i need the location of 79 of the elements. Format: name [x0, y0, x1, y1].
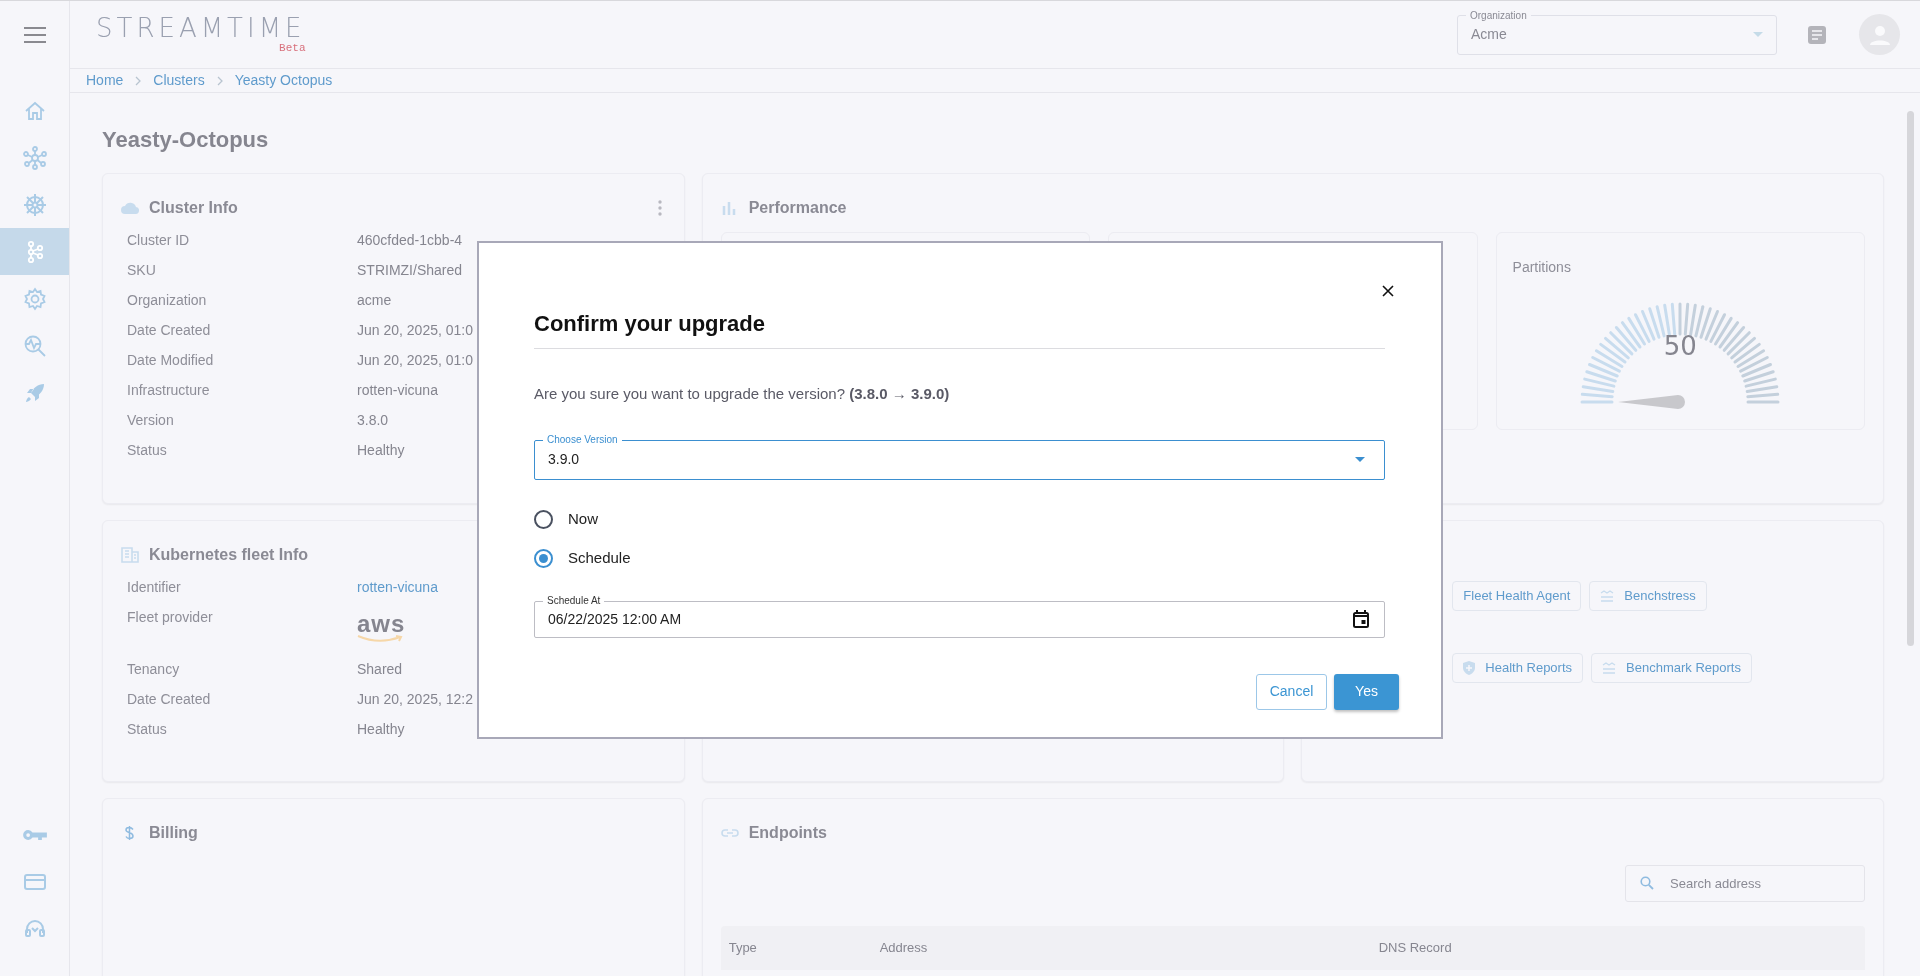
close-icon [1382, 285, 1394, 297]
info-label: Date Created [127, 321, 212, 340]
radio-option[interactable]: Schedule [534, 548, 1385, 569]
info-value: Jun 20, 2025, 01:0 [357, 321, 473, 340]
info-label: Status [127, 441, 168, 460]
chevron-right-icon [135, 75, 142, 86]
gear-icon [22, 286, 47, 311]
radio-button[interactable] [534, 510, 553, 529]
beta-label: Beta [279, 43, 306, 54]
column-header: Address [878, 939, 929, 958]
info-label: Tenancy [127, 660, 181, 679]
logo-text: STREAMTIME [96, 15, 306, 41]
building-icon [121, 547, 139, 563]
info-value: STRIMZI/Shared [357, 261, 463, 280]
tool-button[interactable]: Health Reports [1452, 653, 1584, 683]
field-value: 06/22/2025 12:00 AM [548, 609, 682, 629]
cancel-button[interactable]: Cancel [1256, 673, 1327, 710]
logo-text: aws [357, 613, 406, 635]
page-title: Yeasty-Octopus [102, 127, 270, 153]
info-label: Cluster ID [127, 231, 191, 250]
card-title: Endpoints [748, 823, 827, 843]
info-value: Healthy [357, 441, 405, 460]
info-label: Organization [127, 291, 208, 310]
column-header: DNS Record [1377, 939, 1453, 958]
select-value: Acme [1471, 25, 1507, 44]
search-icon [1640, 876, 1654, 890]
breadcrumb-link[interactable]: Home [86, 70, 124, 91]
info-label: Fleet provider [127, 608, 214, 627]
key-icon [22, 829, 47, 840]
confirm-button[interactable]: Yes [1334, 673, 1399, 710]
info-value: 3.8.0 [357, 411, 389, 430]
info-value: 460cfded-1cbb-4 [357, 231, 463, 250]
dialog-title: Confirm your upgrade [534, 307, 1385, 349]
sidebar-item[interactable] [0, 228, 69, 275]
menu-icon [23, 27, 46, 43]
card-title: Cluster Info [149, 198, 238, 218]
breadcrumb-link[interactable]: Clusters [153, 70, 205, 91]
search-field[interactable]: Search address [1625, 865, 1865, 902]
info-label: Identifier [127, 578, 182, 597]
info-label: Status [127, 720, 168, 739]
radio-button[interactable] [534, 549, 553, 568]
info-label: Infrastructure [127, 381, 211, 400]
card-title: Billing [149, 823, 198, 843]
card-title: Performance [748, 198, 847, 218]
cloud-icon [121, 200, 139, 216]
breadcrumb-link[interactable]: Yeasty Octopus [234, 70, 333, 91]
calendar-button[interactable] [1351, 609, 1371, 629]
wheel-icon [22, 192, 47, 217]
info-value: Jun 20, 2025, 01:0 [357, 351, 473, 370]
tool-button[interactable]: Fleet Health Agent [1452, 581, 1582, 611]
info-value: Jun 20, 2025, 12:2 [357, 690, 473, 709]
document-icon [1808, 25, 1826, 44]
info-value: Healthy [357, 720, 405, 739]
wave-lines-icon [1602, 662, 1617, 674]
radio-option[interactable]: Now [534, 509, 1385, 530]
more-icon [657, 200, 662, 216]
network-icon [22, 145, 47, 170]
chevron-right-icon [216, 75, 223, 86]
column-header: Type [727, 939, 758, 958]
info-label: Date Modified [127, 351, 215, 370]
info-value: Shared [357, 660, 403, 679]
info-value: acme [357, 291, 392, 310]
gauge-reading: 50 [1663, 330, 1697, 363]
tool-button[interactable]: Benchmark Reports [1591, 653, 1752, 683]
info-value: rotten-vicuna [357, 381, 438, 400]
info-label: Date Created [127, 690, 212, 709]
smile-arrow-icon [357, 635, 403, 643]
card-title: Kubernetes fleet Info [149, 545, 309, 565]
select-value: 3.9.0 [548, 450, 580, 469]
pulse-search-icon [22, 333, 47, 358]
calendar-icon [1353, 610, 1369, 628]
info-link[interactable]: rotten-vicuna [357, 577, 438, 598]
tool-button[interactable]: Benchstress [1589, 581, 1707, 611]
wave-lines-icon [1600, 590, 1615, 602]
info-label: Version [127, 411, 175, 430]
dialog-message: Are you sure you want to upgrade the version? (3.8.0 → 3.9.0) [534, 384, 951, 404]
info-label: SKU [127, 261, 157, 280]
shield-icon [1463, 661, 1476, 675]
metric-label: Partitions [1512, 258, 1572, 277]
